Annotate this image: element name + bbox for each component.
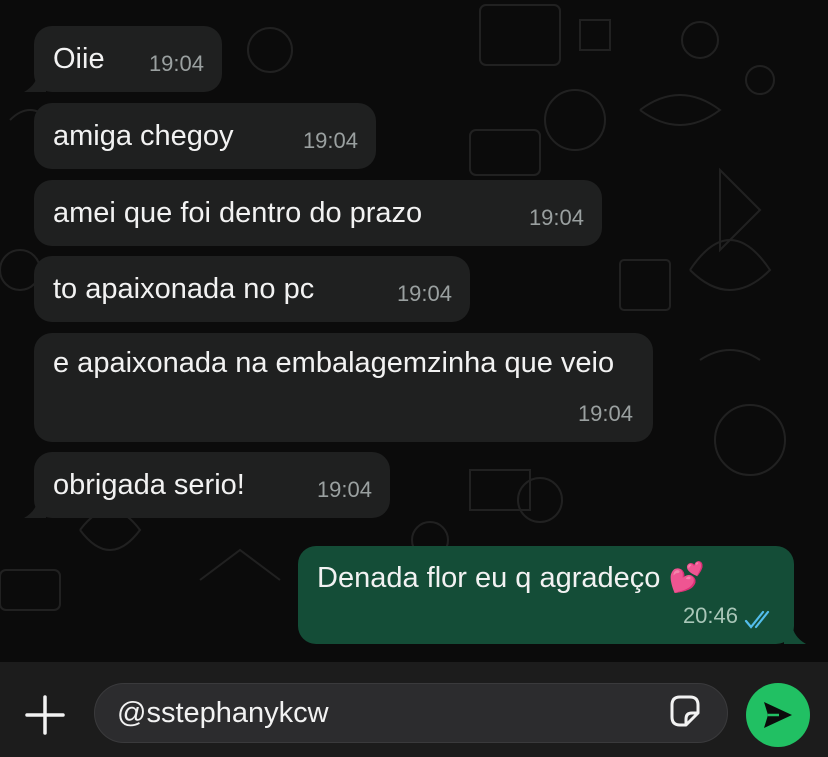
message-time: 19:04 [302,128,358,153]
message-time: 19:04 [396,281,452,306]
message-text: e apaixonada na embalagemzinha que veio [53,347,615,379]
message-bubble[interactable]: Oiie 19:04 [34,26,222,92]
message-bubble[interactable]: amiga chegoy 19:04 [34,103,376,169]
message-bubble[interactable]: obrigada serio! 19:04 [34,452,390,518]
message-text: amei que foi dentro do prazo [53,197,423,229]
message-time: 19:04 [316,477,372,502]
message-input[interactable] [94,683,728,743]
sticker-button[interactable] [666,693,704,731]
bubble-tail [784,622,806,644]
message-bubble[interactable]: Denada flor eu q agradeço 💕 20:46 [298,546,794,644]
send-button[interactable] [746,683,810,747]
bubble-tail [24,70,46,92]
message-time: 20:46 [682,603,738,628]
chat-area[interactable]: Oiie 19:04 amiga chegoy 19:04 amei que f… [0,0,828,662]
message-bubble[interactable]: to apaixonada no pc 19:04 [34,256,470,322]
read-ticks-icon [744,610,770,629]
message-bubble[interactable]: e apaixonada na embalagemzinha que veio … [34,333,653,442]
message-text: to apaixonada no pc [53,273,315,305]
sticker-icon [670,695,700,727]
message-time: 19:04 [577,401,633,426]
message-time: 19:04 [528,205,584,230]
plus-icon [25,695,65,735]
bubble-tail [24,496,46,518]
attach-button[interactable] [22,692,68,738]
message-text: Denada flor eu q agradeço 💕 [317,562,705,594]
send-icon [764,702,792,728]
message-time: 19:04 [148,51,204,76]
message-bubble[interactable]: amei que foi dentro do prazo 19:04 [34,180,602,246]
